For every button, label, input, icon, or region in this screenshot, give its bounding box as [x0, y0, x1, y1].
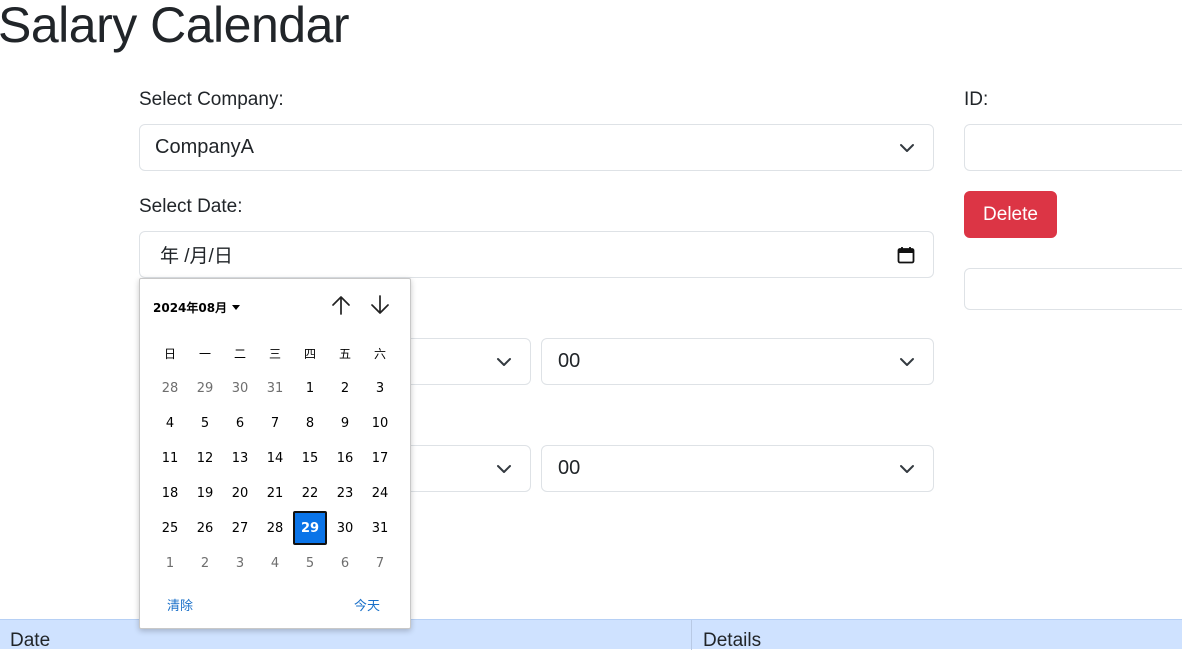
- month-year-label: 2024年08月: [153, 301, 228, 315]
- calendar-day[interactable]: 27: [223, 511, 257, 545]
- weekday-header: 三: [268, 346, 281, 361]
- start-minute-value: 00: [558, 350, 581, 372]
- chevron-down-icon: [899, 354, 915, 370]
- weekday-header: 日: [163, 346, 176, 361]
- calendar-day[interactable]: 6: [328, 546, 362, 580]
- arrow-down-icon: [370, 294, 390, 320]
- calendar-day[interactable]: 28: [258, 511, 292, 545]
- calendar-day[interactable]: 12: [188, 441, 222, 475]
- end-minute-value: 00: [558, 457, 581, 479]
- calendar-day[interactable]: 5: [293, 546, 327, 580]
- column-divider: [691, 620, 692, 650]
- calendar-day[interactable]: 14: [258, 441, 292, 475]
- id-label: ID:: [964, 89, 989, 110]
- clear-button[interactable]: 清除: [167, 595, 193, 614]
- calendar-day-selected[interactable]: 29: [293, 511, 327, 545]
- month-year-selector[interactable]: 2024年08月: [153, 299, 241, 316]
- calendar-day[interactable]: 7: [258, 406, 292, 440]
- calendar-day[interactable]: 17: [363, 441, 397, 475]
- next-month-button[interactable]: [366, 293, 394, 321]
- calendar-day[interactable]: 9: [328, 406, 362, 440]
- calendar-day[interactable]: 31: [258, 371, 292, 405]
- calendar-day[interactable]: 30: [328, 511, 362, 545]
- chevron-down-icon: [899, 461, 915, 477]
- date-input[interactable]: 年 /月/日: [139, 231, 934, 278]
- calendar-day[interactable]: 7: [363, 546, 397, 580]
- end-minute-select[interactable]: 00: [541, 445, 934, 492]
- today-button[interactable]: 今天: [354, 595, 380, 614]
- calendar-day[interactable]: 2: [188, 546, 222, 580]
- calendar-day[interactable]: 19: [188, 476, 222, 510]
- calendar-day[interactable]: 13: [223, 441, 257, 475]
- chevron-down-icon: [496, 461, 512, 477]
- extra-input[interactable]: [964, 268, 1182, 310]
- calendar-day[interactable]: 23: [328, 476, 362, 510]
- weekday-header: 一: [198, 346, 211, 361]
- calendar-day[interactable]: 3: [363, 371, 397, 405]
- company-select[interactable]: CompanyA: [139, 124, 934, 171]
- prev-month-button[interactable]: [327, 293, 355, 321]
- calendar-day[interactable]: 3: [223, 546, 257, 580]
- calendar-day[interactable]: 20: [223, 476, 257, 510]
- calendar-day[interactable]: 26: [188, 511, 222, 545]
- calendar-day[interactable]: 1: [293, 371, 327, 405]
- company-label: Select Company:: [139, 89, 284, 110]
- calendar-day[interactable]: 29: [188, 371, 222, 405]
- calendar-day[interactable]: 25: [153, 511, 187, 545]
- calendar-day[interactable]: 28: [153, 371, 187, 405]
- calendar-day[interactable]: 1: [153, 546, 187, 580]
- calendar-day[interactable]: 5: [188, 406, 222, 440]
- calendar-day[interactable]: 4: [258, 546, 292, 580]
- delete-button[interactable]: Delete: [964, 191, 1057, 238]
- calendar-day[interactable]: 22: [293, 476, 327, 510]
- calendar-day[interactable]: 30: [223, 371, 257, 405]
- calendar-day[interactable]: 6: [223, 406, 257, 440]
- calendar-day[interactable]: 4: [153, 406, 187, 440]
- chevron-down-icon: [496, 354, 512, 370]
- id-input[interactable]: [964, 124, 1182, 171]
- company-select-value: CompanyA: [155, 136, 254, 158]
- caret-down-icon: [232, 305, 241, 310]
- calendar-day[interactable]: 16: [328, 441, 362, 475]
- calendar-day[interactable]: 21: [258, 476, 292, 510]
- calendar-day[interactable]: 31: [363, 511, 397, 545]
- column-header-details: Details: [703, 630, 762, 651]
- calendar-day[interactable]: 24: [363, 476, 397, 510]
- calendar-day[interactable]: 15: [293, 441, 327, 475]
- calendar-icon[interactable]: [897, 246, 915, 264]
- date-label: Select Date:: [139, 196, 243, 217]
- arrow-up-icon: [331, 294, 351, 320]
- calendar-day[interactable]: 10: [363, 406, 397, 440]
- date-input-value: 年 /月/日: [160, 246, 233, 267]
- weekday-header: 四: [303, 346, 316, 361]
- page-title: Salary Calendar: [0, 0, 350, 53]
- chevron-down-icon: [899, 140, 915, 156]
- weekday-header: 五: [338, 346, 351, 361]
- weekday-header: 六: [373, 346, 386, 361]
- date-picker-popup: 2024年08月 日一二三四五六 28 29 30 31 1 2 3 4 5 6 7 8 9 10 11 12 1…: [139, 278, 411, 629]
- start-minute-select[interactable]: 00: [541, 338, 934, 385]
- calendar-day[interactable]: 8: [293, 406, 327, 440]
- weekday-header: 二: [233, 346, 246, 361]
- calendar-day[interactable]: 2: [328, 371, 362, 405]
- calendar-day[interactable]: 18: [153, 476, 187, 510]
- calendar-day[interactable]: 11: [153, 441, 187, 475]
- column-header-date: Date: [10, 630, 51, 651]
